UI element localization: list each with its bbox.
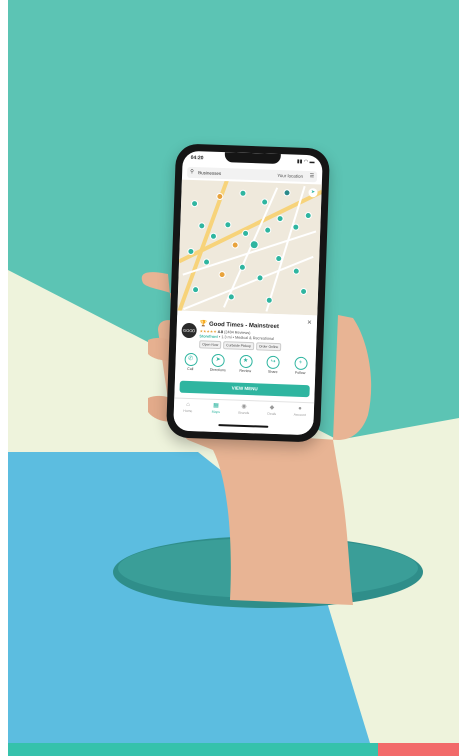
dispensary-pin[interactable] (264, 226, 272, 234)
action-label: Review (239, 368, 252, 374)
bottom-tab-bar: ⌂ Home ▦ Maps ◉ Brands ◆ Deals ● Account (173, 397, 315, 418)
tab-label: Home (183, 408, 193, 414)
star-icon: ★ (238, 354, 253, 369)
search-input[interactable]: Businesses (198, 170, 221, 176)
review-button[interactable]: ★ Review (233, 354, 258, 374)
action-label: Call (187, 366, 194, 372)
plus-icon: + (293, 356, 308, 371)
action-row: ✆ Call ➤ Directions ★ Review ↪ Share + Follow (178, 352, 313, 376)
dispensary-pin[interactable] (218, 270, 226, 279)
status-time: 04:20 (190, 154, 204, 162)
home-indicator (218, 424, 269, 428)
illustration-background: 04:20 ▮▮ ◠ ▬ ⚲ Businesses Your location … (8, 0, 459, 743)
app-screen: 04:20 ▮▮ ◠ ▬ ⚲ Businesses Your location … (173, 150, 323, 436)
dispensary-pin[interactable] (292, 223, 300, 231)
dispensary-pin[interactable] (198, 222, 206, 230)
tab-label: Brands (238, 410, 250, 416)
action-label: Follow (294, 370, 306, 376)
map-view[interactable]: ➤ (177, 179, 322, 316)
dispensary-pin[interactable] (299, 287, 308, 296)
search-icon: ⚲ (190, 168, 194, 176)
tag-list: Open Now Curbside Pickup Order Online (199, 340, 282, 352)
dispensary-pin[interactable] (238, 263, 247, 271)
dispensary-pin[interactable] (256, 274, 264, 282)
close-icon[interactable]: ✕ (307, 319, 312, 326)
smartphone: 04:20 ▮▮ ◠ ▬ ⚲ Businesses Your location … (165, 143, 331, 443)
bottom-strip-teal (8, 743, 378, 756)
follow-button[interactable]: + Follow (288, 356, 313, 375)
dispensary-pin[interactable] (283, 189, 291, 197)
view-menu-button[interactable]: VIEW MENU (179, 380, 310, 398)
dispensary-pin[interactable] (190, 199, 199, 208)
tab-home[interactable]: ⌂ Home (175, 402, 201, 414)
tab-deals[interactable]: ◆ Deals (259, 404, 285, 416)
dispensary-pin[interactable] (227, 293, 235, 301)
dispensary-pin[interactable] (276, 214, 284, 223)
rating-stars: ★★★★★ (199, 329, 217, 334)
tag: Order Online (255, 342, 282, 352)
tab-label: Deals (267, 411, 277, 417)
tab-account[interactable]: ● Account (287, 405, 313, 417)
tab-label: Maps (211, 409, 221, 415)
dispensary-pin[interactable] (209, 232, 218, 240)
dispensary-pin[interactable] (216, 192, 224, 201)
business-logo: GOOD TIMES (181, 322, 197, 348)
business-card[interactable]: GOOD TIMES ✕ 🏆 Good Times - Mainstreet ★… (173, 310, 318, 436)
map-road (177, 179, 231, 316)
tag: Open Now (199, 340, 222, 350)
dispensary-pin[interactable] (292, 267, 300, 275)
share-button[interactable]: ↪ Share (261, 355, 286, 375)
rating-value: 4.8 (217, 329, 224, 335)
dispensary-pin[interactable] (265, 296, 273, 304)
directions-icon: ➤ (211, 353, 225, 368)
store-type: Storefront (199, 334, 218, 339)
action-label: Share (267, 369, 278, 375)
directions-button[interactable]: ➤ Directions (206, 353, 231, 373)
dispensary-pin[interactable] (241, 229, 250, 237)
dispensary-pin[interactable] (231, 241, 239, 249)
phone-icon: ✆ (183, 352, 198, 367)
dispensary-pin[interactable] (239, 189, 247, 197)
tag: Curbside Pickup (223, 341, 255, 351)
dispensary-pin[interactable] (304, 211, 312, 220)
phone-notch (224, 152, 281, 165)
tab-brands[interactable]: ◉ Brands (231, 403, 257, 415)
dispensary-pin[interactable] (191, 286, 200, 294)
bottom-strip-red (378, 743, 459, 756)
filter-icon[interactable]: ☰ (310, 173, 315, 179)
trophy-icon: 🏆 (199, 321, 208, 328)
signal-icon: ▮▮ ◠ ▬ (296, 158, 315, 166)
dispensary-pin[interactable] (224, 221, 232, 229)
tab-label: Account (293, 412, 306, 418)
distance-info: • 1.3 mi • Medical & Recreational (218, 335, 275, 341)
call-button[interactable]: ✆ Call (178, 352, 203, 372)
share-icon: ↪ (266, 355, 280, 370)
action-label: Directions (209, 367, 226, 373)
tab-maps[interactable]: ▦ Maps (203, 403, 229, 415)
dispensary-pin[interactable] (249, 240, 259, 250)
location-input[interactable]: Your location (277, 173, 303, 179)
